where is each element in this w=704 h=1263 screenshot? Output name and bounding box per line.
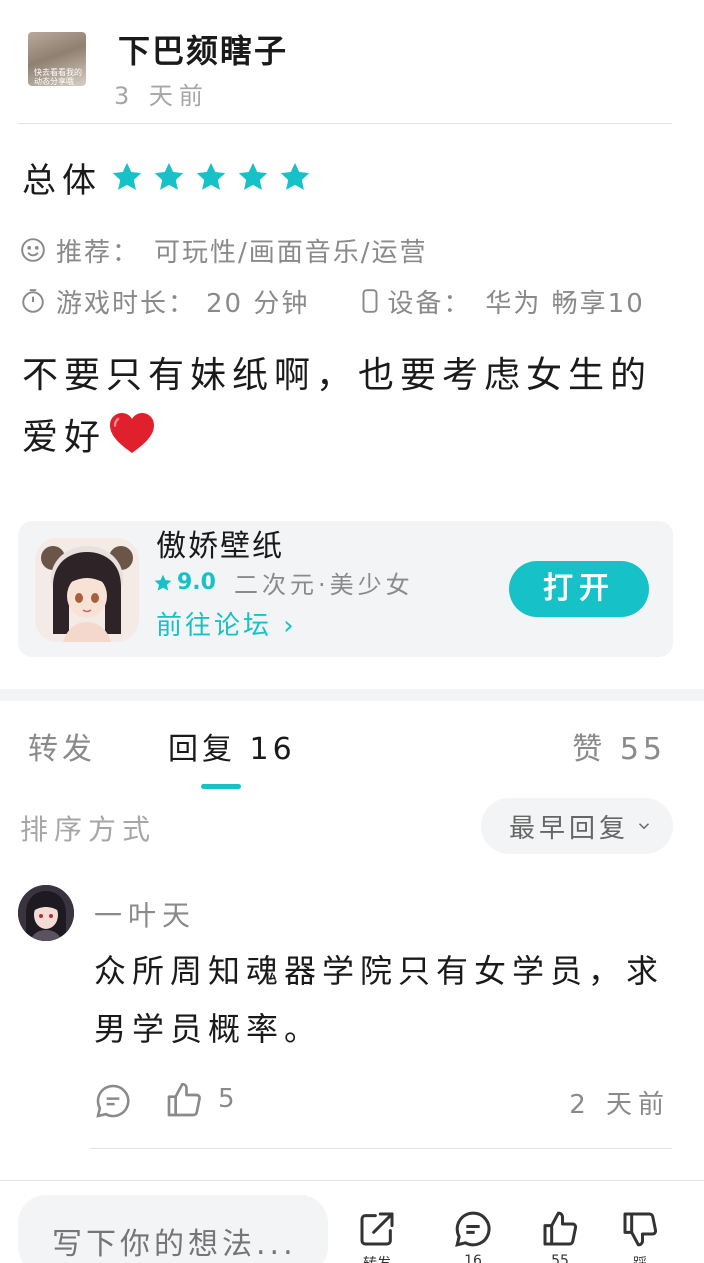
comment-like-count: 5 bbox=[218, 1084, 235, 1114]
device-info: 设备： 华为 畅享10 bbox=[357, 283, 644, 320]
tab-reply[interactable]: 回复 16 bbox=[168, 724, 296, 768]
commenter-avatar[interactable] bbox=[18, 885, 74, 941]
chat-bubble-icon bbox=[455, 1211, 491, 1247]
star-icon bbox=[110, 160, 144, 194]
active-tab-indicator bbox=[201, 784, 241, 789]
recommend-row: 推荐： 可玩性/画面音乐/运营 bbox=[20, 232, 428, 268]
playtime-label: 游戏时长： bbox=[56, 288, 197, 319]
app-score-row: 9.0 二次元·美少女 bbox=[153, 565, 414, 600]
divider bbox=[18, 123, 672, 124]
sort-dropdown[interactable]: 最早回复 bbox=[481, 798, 673, 854]
open-app-button[interactable]: 打开 bbox=[509, 561, 649, 617]
app-icon[interactable] bbox=[35, 538, 139, 642]
tab-like[interactable]: 赞 55 bbox=[572, 724, 666, 768]
sort-label: 排序方式 bbox=[20, 813, 157, 846]
thumb-down-icon bbox=[623, 1212, 658, 1247]
forum-link[interactable]: 前往论坛 › bbox=[156, 605, 297, 642]
commenter-name[interactable]: 一叶天 bbox=[94, 894, 196, 934]
dislike-button[interactable]: 踩 bbox=[618, 1209, 662, 1263]
share-label: 转发 bbox=[355, 1253, 399, 1263]
comment-button[interactable]: 16 bbox=[451, 1209, 495, 1263]
star-icon bbox=[153, 573, 173, 593]
thumb-up-icon[interactable] bbox=[164, 1080, 204, 1120]
post-header: 快去看看我的动态分享哦 下巴颏瞎子 3 天前 bbox=[0, 0, 704, 124]
post-time: 3 天前 bbox=[114, 82, 209, 110]
star-icon bbox=[152, 160, 186, 194]
timer-icon bbox=[20, 288, 46, 314]
device-value: 华为 畅享10 bbox=[485, 288, 645, 319]
playtime-value: 20 分钟 bbox=[206, 288, 310, 319]
author-avatar[interactable]: 快去看看我的动态分享哦 bbox=[28, 32, 86, 86]
overall-rating: 总体 bbox=[22, 152, 320, 202]
comment-count-label: 16 bbox=[464, 1253, 482, 1263]
thumb-up-icon bbox=[543, 1211, 578, 1246]
star-icon bbox=[194, 160, 228, 194]
section-divider bbox=[0, 689, 704, 701]
sort-selected: 最早回复 bbox=[509, 813, 630, 844]
avatar-caption: 快去看看我的动态分享哦 bbox=[34, 68, 82, 86]
like-button[interactable]: 55 bbox=[538, 1209, 582, 1263]
share-button[interactable]: 转发 bbox=[355, 1209, 399, 1263]
app-name[interactable]: 傲娇壁纸 bbox=[156, 521, 284, 565]
comment-time: 2 天前 bbox=[569, 1090, 670, 1120]
heart-emoji bbox=[108, 411, 156, 455]
dislike-label: 踩 bbox=[618, 1253, 662, 1263]
app-tags: 二次元·美少女 bbox=[233, 571, 414, 599]
tab-forward[interactable]: 转发 bbox=[28, 724, 96, 768]
playtime-row: 游戏时长： 20 分钟 设备： 华为 畅享10 bbox=[20, 283, 645, 319]
star-icon bbox=[278, 160, 312, 194]
review-text: 不要只有妹纸啊，也要考虑女生的爱好 bbox=[22, 345, 682, 469]
smile-icon bbox=[20, 237, 46, 263]
recommend-label: 推荐： bbox=[56, 237, 141, 268]
app-card[interactable]: 傲娇壁纸 9.0 二次元·美少女 前往论坛 › 打开 bbox=[18, 521, 673, 657]
chevron-down-icon bbox=[635, 817, 653, 835]
bottom-action-bar: 转发 16 55 踩 bbox=[0, 1180, 704, 1263]
app-score: 9.0 bbox=[177, 570, 216, 595]
star-icon bbox=[236, 160, 270, 194]
author-name[interactable]: 下巴颏瞎子 bbox=[118, 26, 288, 72]
divider bbox=[90, 1148, 672, 1149]
overall-label: 总体 bbox=[22, 160, 102, 201]
comment-input[interactable] bbox=[18, 1195, 328, 1263]
device-label: 设备： bbox=[387, 288, 472, 319]
like-count-label: 55 bbox=[551, 1253, 569, 1263]
phone-icon bbox=[357, 288, 378, 314]
share-icon bbox=[360, 1212, 394, 1246]
comment-text: 众所周知魂器学院只有女学员，求男学员概率。 bbox=[94, 952, 665, 1048]
chat-bubble-icon[interactable] bbox=[94, 1082, 132, 1120]
recommend-value: 可玩性/画面音乐/运营 bbox=[154, 237, 428, 268]
